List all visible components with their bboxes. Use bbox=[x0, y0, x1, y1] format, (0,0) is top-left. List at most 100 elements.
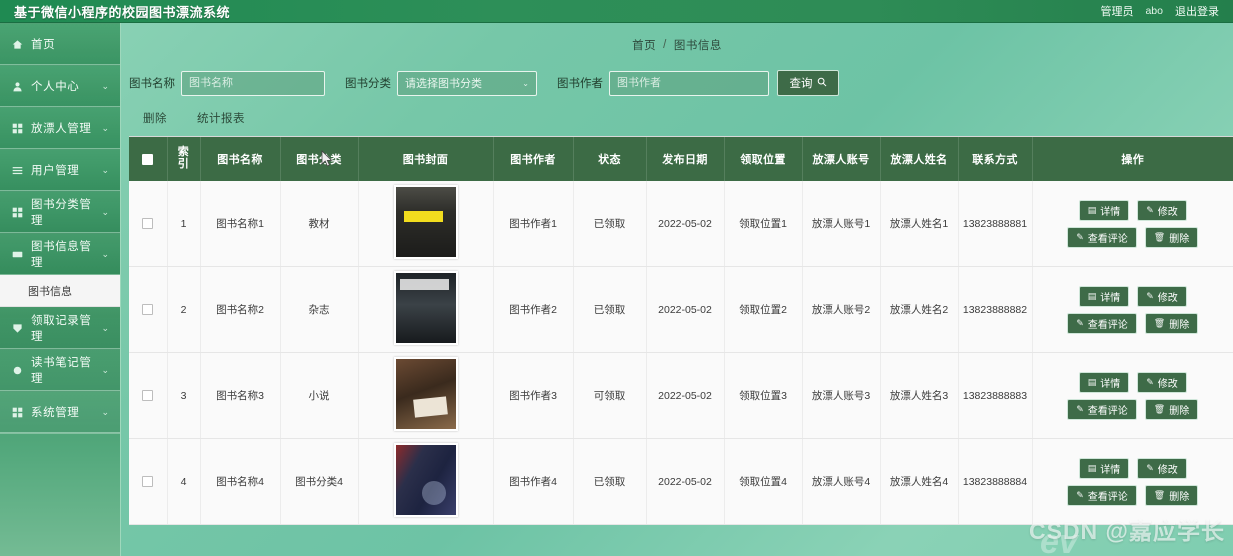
book-cover-image bbox=[393, 443, 458, 517]
view-comments-button[interactable]: ✎ 查看评论 bbox=[1067, 312, 1137, 334]
row-operation-buttons: ▤ 详情 ✎ 修改 ✎ 查看评论 🗑 删除 bbox=[1035, 370, 1232, 422]
detail-button[interactable]: ▤ 详情 bbox=[1078, 199, 1130, 221]
edit-button[interactable]: ✎ 修改 bbox=[1137, 371, 1187, 393]
grid-icon bbox=[11, 122, 24, 135]
trash-icon: 🗑 bbox=[1153, 317, 1166, 328]
detail-button-label: 详情 bbox=[1100, 292, 1121, 304]
book-icon bbox=[11, 248, 24, 261]
table-row: 4 图书名称4 图书分类4 图书作者4 已领取 2022-05-02 领取位置4 放漂人账号4… bbox=[129, 438, 1233, 525]
row-checkbox[interactable] bbox=[142, 304, 154, 316]
edit-button[interactable]: ✎ 修改 bbox=[1137, 199, 1187, 221]
detail-icon: ▤ bbox=[1087, 376, 1097, 387]
row-select-cell[interactable] bbox=[129, 266, 168, 353]
detail-icon: ▤ bbox=[1087, 290, 1097, 301]
cell-operations: ▤ 详情 ✎ 修改 ✎ 查看评论 🗑 删除 bbox=[1032, 438, 1233, 525]
col-index-line2: 引 bbox=[177, 158, 190, 170]
sidebar-item-user-mgmt[interactable]: 用户管理 ⌄ bbox=[0, 149, 120, 191]
grid-icon bbox=[11, 406, 24, 419]
detail-button[interactable]: ▤ 详情 bbox=[1078, 285, 1130, 307]
row-delete-button[interactable]: 🗑 删除 bbox=[1144, 312, 1199, 334]
logout-button[interactable]: 退出登录 bbox=[1175, 3, 1219, 19]
row-checkbox[interactable] bbox=[142, 476, 154, 488]
cell-publish-date: 2022-05-02 bbox=[646, 181, 725, 267]
breadcrumb-home[interactable]: 首页 bbox=[632, 37, 656, 53]
row-operation-buttons: ▤ 详情 ✎ 修改 ✎ 查看评论 🗑 删除 bbox=[1035, 284, 1232, 336]
sidebar-item-system-mgmt[interactable]: 系统管理 ⌄ bbox=[0, 391, 120, 433]
cell-receive-location: 领取位置1 bbox=[724, 181, 803, 267]
cell-index: 4 bbox=[167, 438, 201, 525]
cell-receive-location: 领取位置4 bbox=[724, 438, 803, 525]
cell-book-name: 图书名称4 bbox=[200, 438, 281, 525]
view-comments-button[interactable]: ✎ 查看评论 bbox=[1067, 398, 1137, 420]
sidebar-item-book-category-mgmt[interactable]: 图书分类管理 ⌄ bbox=[0, 191, 120, 233]
row-select-cell[interactable] bbox=[129, 438, 168, 525]
delete-button[interactable]: 删除 bbox=[143, 110, 167, 126]
detail-button[interactable]: ▤ 详情 bbox=[1078, 457, 1130, 479]
edit-button[interactable]: ✎ 修改 bbox=[1137, 285, 1187, 307]
sidebar-item-home[interactable]: 首页 bbox=[0, 23, 120, 65]
sidebar-item-reading-notes-mgmt[interactable]: 读书笔记管理 ⌄ bbox=[0, 349, 120, 391]
row-delete-button[interactable]: 🗑 删除 bbox=[1144, 226, 1199, 248]
detail-button[interactable]: ▤ 详情 bbox=[1078, 371, 1130, 393]
sidebar-item-receive-record-mgmt[interactable]: 领取记录管理 ⌄ bbox=[0, 307, 120, 349]
cell-book-category: 图书分类4 bbox=[280, 438, 359, 525]
row-checkbox[interactable] bbox=[142, 218, 154, 230]
sidebar-item-label: 首页 bbox=[31, 39, 56, 51]
edit-button[interactable]: ✎ 修改 bbox=[1137, 457, 1187, 479]
book-table: 索 引 图书名称 图书分类 图书封面 图书作者 状态 发布日期 领取位置 放漂人… bbox=[129, 137, 1233, 525]
cell-publish-date: 2022-05-02 bbox=[646, 352, 725, 439]
col-contact: 联系方式 bbox=[958, 137, 1033, 181]
book-category-select[interactable]: 请选择图书分类 ⌄ bbox=[397, 70, 537, 96]
sidebar-item-profile[interactable]: 个人中心 ⌄ bbox=[0, 65, 120, 107]
col-drifter-name: 放漂人姓名 bbox=[880, 137, 959, 181]
row-delete-button-label: 删除 bbox=[1169, 491, 1190, 503]
view-comments-button[interactable]: ✎ 查看评论 bbox=[1067, 484, 1137, 506]
book-cover-image bbox=[393, 357, 458, 431]
book-category-select-value: 请选择图书分类 bbox=[405, 78, 482, 90]
select-all-header[interactable] bbox=[129, 137, 168, 181]
sidebar-item-book-info-mgmt[interactable]: 图书信息管理 ⌄ bbox=[0, 233, 120, 275]
action-bar: 删除 统计报表 bbox=[121, 96, 1233, 136]
cell-drifter-account: 放漂人账号4 bbox=[802, 438, 881, 525]
sidebar-divider bbox=[0, 433, 120, 443]
row-delete-button[interactable]: 🗑 删除 bbox=[1144, 398, 1199, 420]
cell-book-name: 图书名称1 bbox=[200, 181, 281, 267]
edit-button-label: 修改 bbox=[1157, 464, 1178, 476]
chevron-down-icon: ⌄ bbox=[101, 122, 109, 133]
cell-book-cover bbox=[358, 352, 494, 439]
book-table-wrapper: 索 引 图书名称 图书分类 图书封面 图书作者 状态 发布日期 领取位置 放漂人… bbox=[129, 136, 1233, 525]
col-receive-location: 领取位置 bbox=[724, 137, 803, 181]
row-select-cell[interactable] bbox=[129, 352, 168, 439]
row-select-cell[interactable] bbox=[129, 181, 168, 267]
book-name-input[interactable] bbox=[181, 70, 325, 96]
cell-drifter-account: 放漂人账号2 bbox=[802, 266, 881, 353]
row-delete-button[interactable]: 🗑 删除 bbox=[1144, 484, 1199, 506]
top-bar: 基于微信小程序的校园图书漂流系统 管理员 abo 退出登录 bbox=[0, 0, 1233, 23]
view-comments-button[interactable]: ✎ 查看评论 bbox=[1067, 226, 1137, 248]
tag-icon bbox=[11, 322, 24, 335]
cell-publish-date: 2022-05-02 bbox=[646, 266, 725, 353]
book-author-input[interactable] bbox=[609, 70, 769, 96]
username-label: abo bbox=[1145, 5, 1163, 17]
cell-book-category: 小说 bbox=[280, 352, 359, 439]
col-publish-date: 发布日期 bbox=[646, 137, 725, 181]
cell-book-author: 图书作者1 bbox=[493, 181, 574, 267]
sidebar-item-label: 图书信息管理 bbox=[31, 241, 92, 269]
edit-button-label: 修改 bbox=[1157, 292, 1178, 304]
edit-button-label: 修改 bbox=[1157, 206, 1178, 218]
statistics-report-button[interactable]: 统计报表 bbox=[197, 110, 245, 126]
sidebar-item-label: 领取记录管理 bbox=[31, 315, 92, 343]
search-submit-button[interactable]: 查询 bbox=[777, 70, 839, 96]
select-all-checkbox[interactable] bbox=[142, 153, 154, 165]
cell-contact: 13823888882 bbox=[958, 266, 1033, 353]
cell-book-category: 杂志 bbox=[280, 266, 359, 353]
cell-status: 已领取 bbox=[573, 181, 647, 267]
row-checkbox[interactable] bbox=[142, 390, 154, 402]
sidebar-subitem-label: 图书信息 bbox=[28, 285, 72, 298]
cell-status: 可领取 bbox=[573, 352, 647, 439]
dot-icon bbox=[11, 364, 24, 377]
sidebar-subitem-book-info[interactable]: 图书信息 bbox=[0, 275, 120, 307]
sidebar-item-drifter-mgmt[interactable]: 放漂人管理 ⌄ bbox=[0, 107, 120, 149]
trash-icon: 🗑 bbox=[1153, 403, 1166, 414]
edit-icon: ✎ bbox=[1146, 290, 1154, 301]
